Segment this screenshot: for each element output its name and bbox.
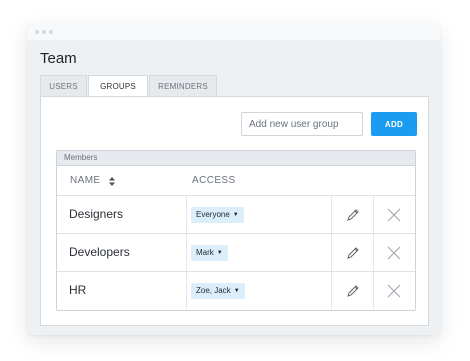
close-icon[interactable] [384, 243, 404, 263]
access-value: Everyone [196, 210, 230, 219]
sort-icon[interactable] [109, 177, 115, 186]
column-divider [373, 234, 374, 271]
caret-down-icon: ▼ [216, 250, 223, 256]
pencil-icon[interactable] [343, 205, 363, 225]
column-divider [331, 272, 332, 309]
column-divider [373, 272, 374, 309]
tab-users[interactable]: USERS [40, 75, 87, 96]
access-dropdown[interactable]: Everyone ▼ [191, 207, 244, 223]
column-divider [186, 196, 187, 233]
group-name: Developers [69, 245, 130, 259]
column-divider [373, 196, 374, 233]
add-button[interactable]: ADD [371, 112, 417, 136]
access-value: Zoe, Jack [196, 286, 231, 295]
window-titlebar [27, 24, 440, 40]
window-dot [49, 30, 53, 34]
access-dropdown[interactable]: Zoe, Jack ▼ [191, 283, 245, 299]
access-value: Mark [196, 248, 214, 257]
pencil-icon[interactable] [343, 281, 363, 301]
window-dot [35, 30, 39, 34]
close-icon[interactable] [384, 205, 404, 225]
groups-panel: ADD Members NAME ACCESS Designers Everyo… [40, 96, 429, 326]
tab-reminders[interactable]: REMINDERS [149, 75, 217, 96]
app-window: Team USERS GROUPS REMINDERS ADD Members … [27, 24, 440, 335]
table-row: HR Zoe, Jack ▼ [57, 271, 415, 309]
new-group-input[interactable] [241, 112, 363, 136]
table-row: Designers Everyone ▼ [57, 195, 415, 233]
column-header-name[interactable]: NAME [70, 175, 101, 186]
caret-down-icon: ▼ [233, 288, 240, 294]
group-name: Designers [69, 207, 124, 221]
caret-down-icon: ▼ [232, 212, 239, 218]
column-divider [331, 196, 332, 233]
column-divider [331, 234, 332, 271]
access-dropdown[interactable]: Mark ▼ [191, 245, 228, 261]
tab-groups[interactable]: GROUPS [88, 75, 148, 98]
table-row: Developers Mark ▼ [57, 233, 415, 271]
column-header-access: ACCESS [192, 175, 236, 186]
column-divider [186, 272, 187, 309]
pencil-icon[interactable] [343, 243, 363, 263]
close-icon[interactable] [384, 281, 404, 301]
group-name: HR [69, 283, 87, 297]
column-divider [186, 234, 187, 271]
window-dot [42, 30, 46, 34]
members-table: Members NAME ACCESS Designers Everyone▼ [56, 150, 416, 311]
members-section-label: Members [57, 151, 415, 166]
page-title: Team [40, 50, 77, 67]
